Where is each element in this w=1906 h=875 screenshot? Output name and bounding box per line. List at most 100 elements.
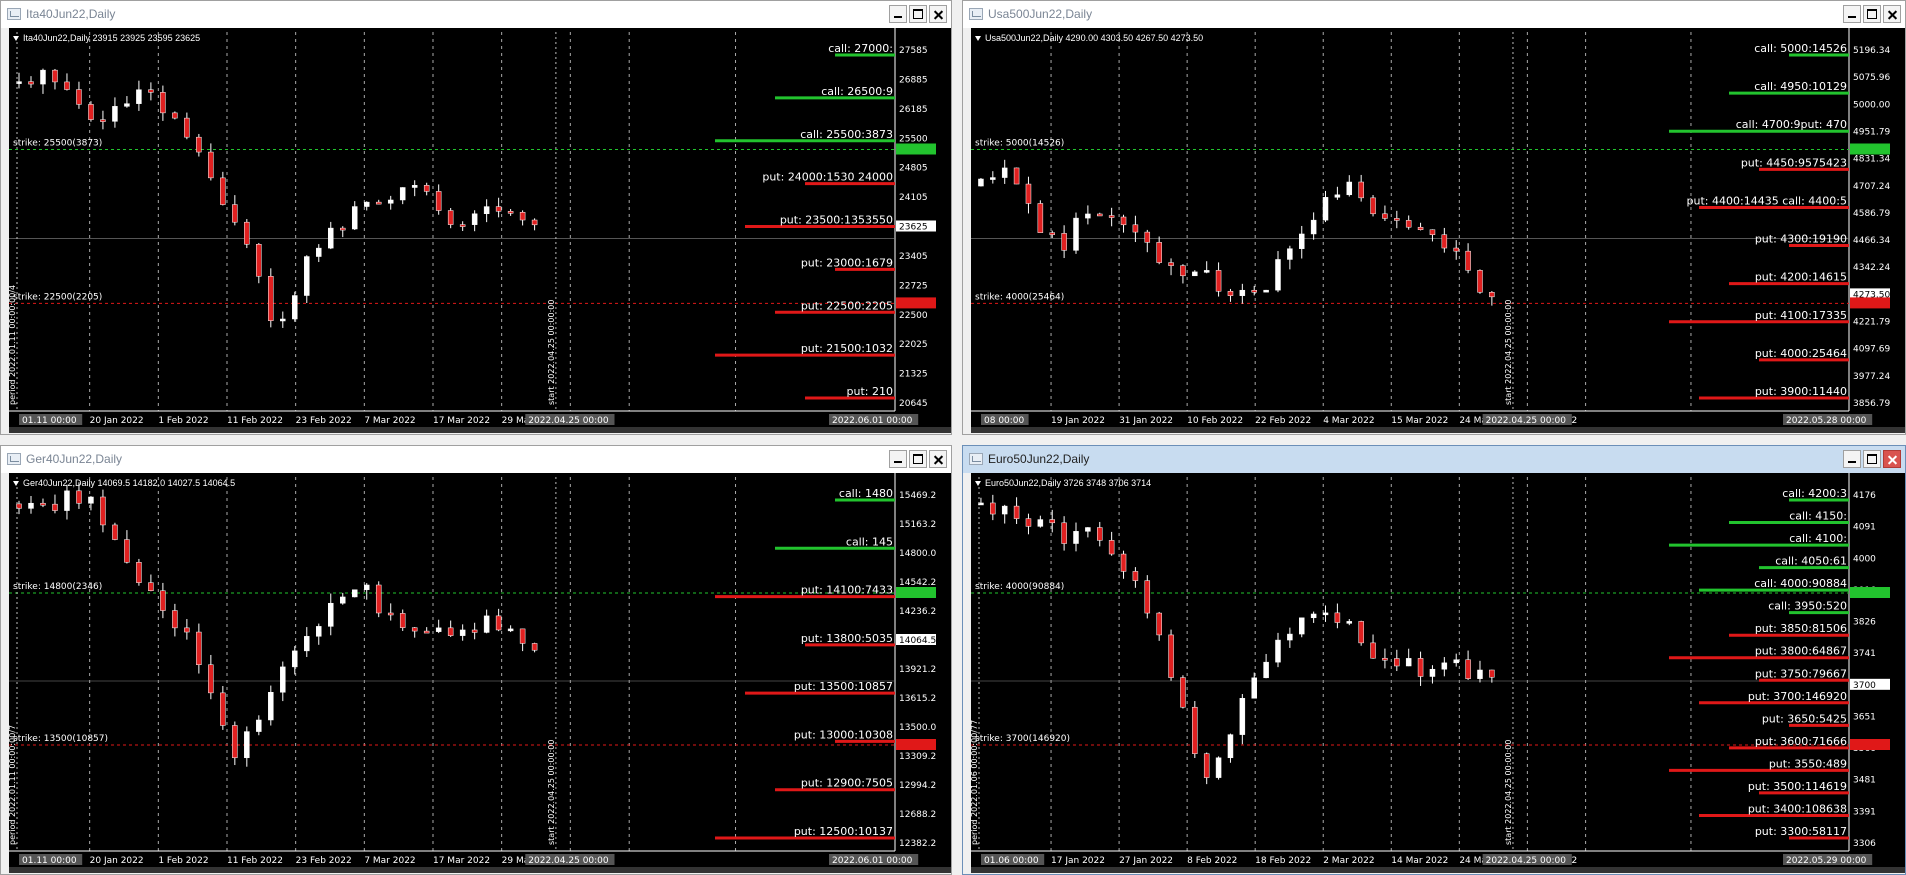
chart-scrollbar[interactable]	[971, 867, 1905, 873]
option-level-label: call: 4200:3	[1782, 487, 1847, 500]
candle-body	[1049, 232, 1055, 235]
candle-body	[978, 178, 984, 187]
option-level-label: call: 4100:	[1789, 532, 1847, 545]
price-tick-label: 27585	[899, 46, 928, 56]
candle-body	[399, 187, 406, 201]
candle-body	[519, 628, 526, 644]
close-button[interactable]	[1883, 5, 1901, 23]
chart-window-2[interactable]: Usa500Jun22,Daily 5196.34 5075.96 5000.00 49…	[962, 0, 1906, 435]
price-chart[interactable]: 15469.2 15163.2 14800.0 14542.2 14236.2 14064…	[9, 473, 951, 873]
candle-body	[507, 211, 514, 214]
candle-body	[124, 103, 130, 107]
maximize-button[interactable]	[909, 5, 927, 23]
candle-body	[244, 731, 250, 759]
collapse-arrow-icon[interactable]	[13, 36, 19, 42]
candle-body	[363, 584, 370, 590]
date-tick-label: 15 Mar 2022	[1391, 416, 1448, 426]
price-tick-label: 22025	[899, 340, 928, 350]
candle-body	[124, 539, 130, 563]
candle-body	[1394, 218, 1400, 221]
price-tick-label: 23625	[899, 223, 928, 233]
candle-body	[990, 502, 996, 515]
candle-body	[1287, 633, 1293, 641]
minimize-button[interactable]	[889, 5, 907, 23]
candle-body	[52, 503, 58, 511]
candle-body	[1227, 734, 1234, 759]
window-titlebar[interactable]: Ita40Jun22,Daily	[1, 1, 951, 28]
option-level-label: put: 4200:14615	[1755, 271, 1847, 284]
collapse-arrow-icon[interactable]	[975, 481, 981, 487]
maximize-button[interactable]	[909, 450, 927, 468]
candle-body	[411, 185, 418, 188]
strike-price-marker	[896, 587, 936, 598]
strike-price-marker	[1850, 587, 1890, 598]
chart-window-icon	[969, 8, 983, 20]
date-tick-label: 01.06 00:00	[984, 856, 1039, 866]
chart-window-4[interactable]: Euro50Jun22,Daily41764091400039163826374…	[962, 445, 1906, 875]
date-tick-label: 1 Feb 2022	[158, 416, 208, 426]
candle-body	[160, 590, 166, 611]
candle-body	[268, 692, 274, 721]
candle-body	[1203, 270, 1210, 273]
minimize-button[interactable]	[889, 450, 907, 468]
minimize-button[interactable]	[1843, 5, 1861, 23]
candle-body	[196, 631, 202, 665]
candle-body	[100, 496, 106, 526]
candle-body	[76, 89, 82, 105]
candle-body	[483, 615, 490, 633]
price-tick-label: 4097.69	[1853, 345, 1890, 355]
chart-window-1[interactable]: Ita40Jun22,Daily 27585 26885 26185 25500 2480…	[0, 0, 952, 435]
window-titlebar[interactable]: Euro50Jun22,Daily	[963, 446, 1905, 473]
candle-body	[304, 256, 310, 296]
chart-canvas: 5196.34 5075.96 5000.00 4951.79 4831.34 4707.…	[971, 28, 1890, 426]
option-level-label: put: 3650:5425	[1762, 712, 1847, 725]
price-chart[interactable]: 4176409140003916382637413700365135663481…	[971, 473, 1905, 873]
candle-body	[1120, 553, 1127, 572]
date-tick-label: 2022.05.28 00:00	[1786, 416, 1867, 426]
candle-body	[1168, 634, 1174, 678]
candle-body	[1025, 518, 1032, 527]
candle-body	[64, 81, 70, 90]
price-chart[interactable]: 5196.34 5075.96 5000.00 4951.79 4831.34 4707.…	[971, 28, 1905, 433]
minimize-button[interactable]	[1843, 450, 1861, 468]
strike-label: strike: 3700(146920)	[975, 734, 1070, 744]
strike-label: strike: 25500(3873)	[13, 139, 102, 149]
price-tick-label: 4707.24	[1853, 182, 1890, 192]
option-level-label: put: 4400:14435 call: 4400:5	[1687, 194, 1847, 207]
candle-body	[1097, 213, 1103, 217]
maximize-button[interactable]	[1863, 450, 1881, 468]
window-titlebar[interactable]: Usa500Jun22,Daily	[963, 1, 1905, 28]
price-chart[interactable]: 27585 26885 26185 25500 24805 24105 23625 23405…	[9, 28, 951, 433]
price-tick-label: 24105	[899, 193, 928, 203]
collapse-arrow-icon[interactable]	[975, 36, 981, 42]
candle-body	[459, 629, 466, 636]
symbol-header: Euro50Jun22,Daily 3726 3748 3706 3714	[975, 478, 1151, 488]
candle-body	[1144, 580, 1151, 614]
candle-body	[399, 613, 406, 628]
close-button[interactable]	[929, 5, 947, 23]
candle-body	[447, 627, 454, 636]
price-tick-label: 3481	[1853, 776, 1876, 786]
window-titlebar[interactable]: Ger40Jun22,Daily	[1, 446, 951, 473]
collapse-arrow-icon[interactable]	[13, 481, 19, 487]
date-tick-label: 2 Mar 2022	[1323, 856, 1374, 866]
price-tick-label: 3977.24	[1853, 372, 1890, 382]
symbol-header: Ita40Jun22,Daily 23915 23925 23595 23625	[13, 33, 200, 43]
chart-scrollbar[interactable]	[9, 427, 951, 433]
maximize-button[interactable]	[1863, 5, 1881, 23]
close-button[interactable]	[1883, 450, 1901, 468]
chart-window-3[interactable]: Ger40Jun22,Daily 15469.2 15163.2 14800.0 145…	[0, 445, 952, 875]
date-tick-label: 2022.04.25 00:00	[528, 856, 609, 866]
price-tick-label: 21325	[899, 370, 928, 380]
option-level-label: put: 3700:146920	[1748, 690, 1847, 703]
date-tick-label: 22 Feb 2022	[1255, 416, 1311, 426]
date-tick-label: 01.11 00:00	[22, 416, 77, 426]
price-tick-label: 5075.96	[1853, 73, 1890, 83]
candle-body	[1144, 231, 1151, 243]
close-button[interactable]	[929, 450, 947, 468]
candle-body	[1453, 247, 1459, 252]
price-tick-label: 4342.24	[1853, 263, 1890, 273]
chart-scrollbar[interactable]	[971, 427, 1905, 433]
price-tick-label: 4466.34	[1853, 236, 1890, 246]
chart-scrollbar[interactable]	[9, 867, 951, 873]
